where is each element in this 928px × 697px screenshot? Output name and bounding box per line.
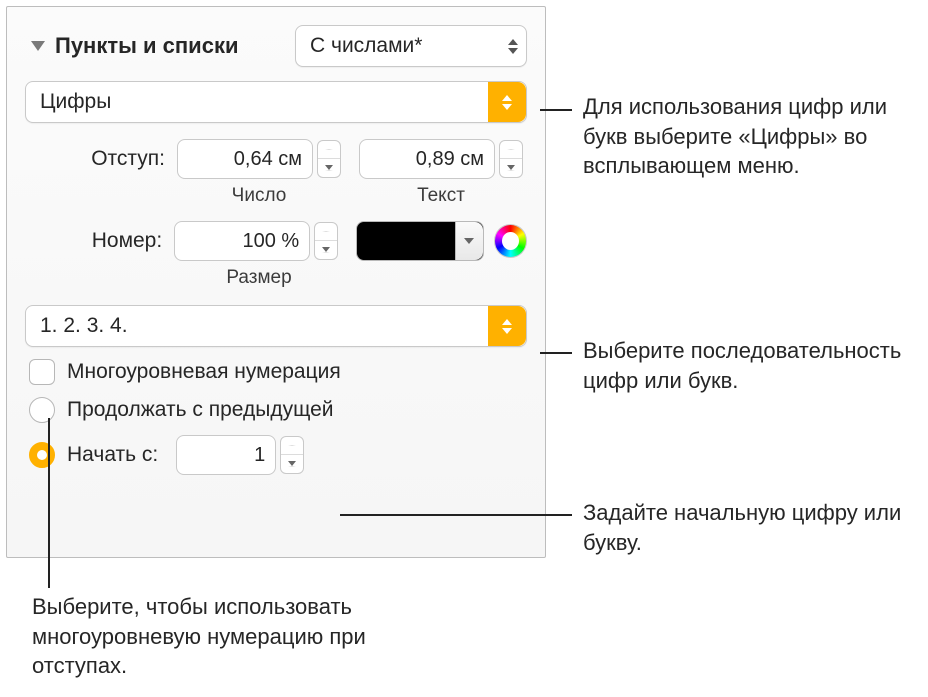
dropdown-caret-icon [488, 306, 526, 346]
number-size-stepper[interactable] [314, 222, 338, 260]
disclosure-triangle[interactable] [31, 41, 45, 51]
start-from-stepper[interactable] [280, 436, 304, 474]
callout-sequence: Выберите последовательность цифр или бук… [583, 336, 913, 395]
tiered-numbers-checkbox[interactable] [29, 359, 55, 385]
sequence-popup[interactable]: 1. 2. 3. 4. [25, 305, 527, 347]
indent-number-caption: Число [177, 185, 341, 207]
number-size-input[interactable]: 100 % [174, 221, 310, 261]
callout-start: Задайте начальную цифру или букву. [583, 498, 913, 557]
number-color-well[interactable] [356, 221, 483, 261]
callout-type: Для использования цифр или букв выберите… [583, 92, 913, 181]
dropdown-caret-icon [508, 39, 518, 54]
indent-text-input[interactable]: 0,89 см [359, 139, 495, 179]
tiered-numbers-label: Многоуровневая нумерация [67, 360, 341, 384]
indent-text-caption: Текст [359, 185, 523, 207]
dropdown-caret-icon [488, 82, 526, 122]
list-style-popup[interactable]: С числами* [295, 25, 527, 67]
sequence-value: 1. 2. 3. 4. [40, 314, 128, 338]
indent-number-input[interactable]: 0,64 см [177, 139, 313, 179]
section-title: Пункты и списки [55, 33, 238, 59]
bullet-type-popup[interactable]: Цифры [25, 81, 527, 123]
start-from-input[interactable]: 1 [176, 435, 276, 475]
color-dropdown-caret[interactable] [455, 222, 483, 260]
number-size-caption: Размер [177, 267, 341, 289]
bullet-type-value: Цифры [40, 90, 111, 114]
indent-number-stepper[interactable] [317, 140, 341, 178]
callout-tiered: Выберите, чтобы использовать многоуровне… [32, 592, 432, 681]
indent-text-stepper[interactable] [499, 140, 523, 178]
start-from-label: Начать с: [67, 443, 158, 467]
continue-label: Продолжать с предыдущей [67, 398, 334, 422]
number-label: Номер: [25, 229, 162, 253]
start-from-radio[interactable] [29, 442, 55, 468]
color-swatch [357, 222, 454, 260]
continue-radio[interactable] [29, 397, 55, 423]
indent-label: Отступ: [25, 147, 165, 171]
list-style-value: С числами* [310, 34, 422, 58]
color-picker-button[interactable] [494, 224, 527, 258]
